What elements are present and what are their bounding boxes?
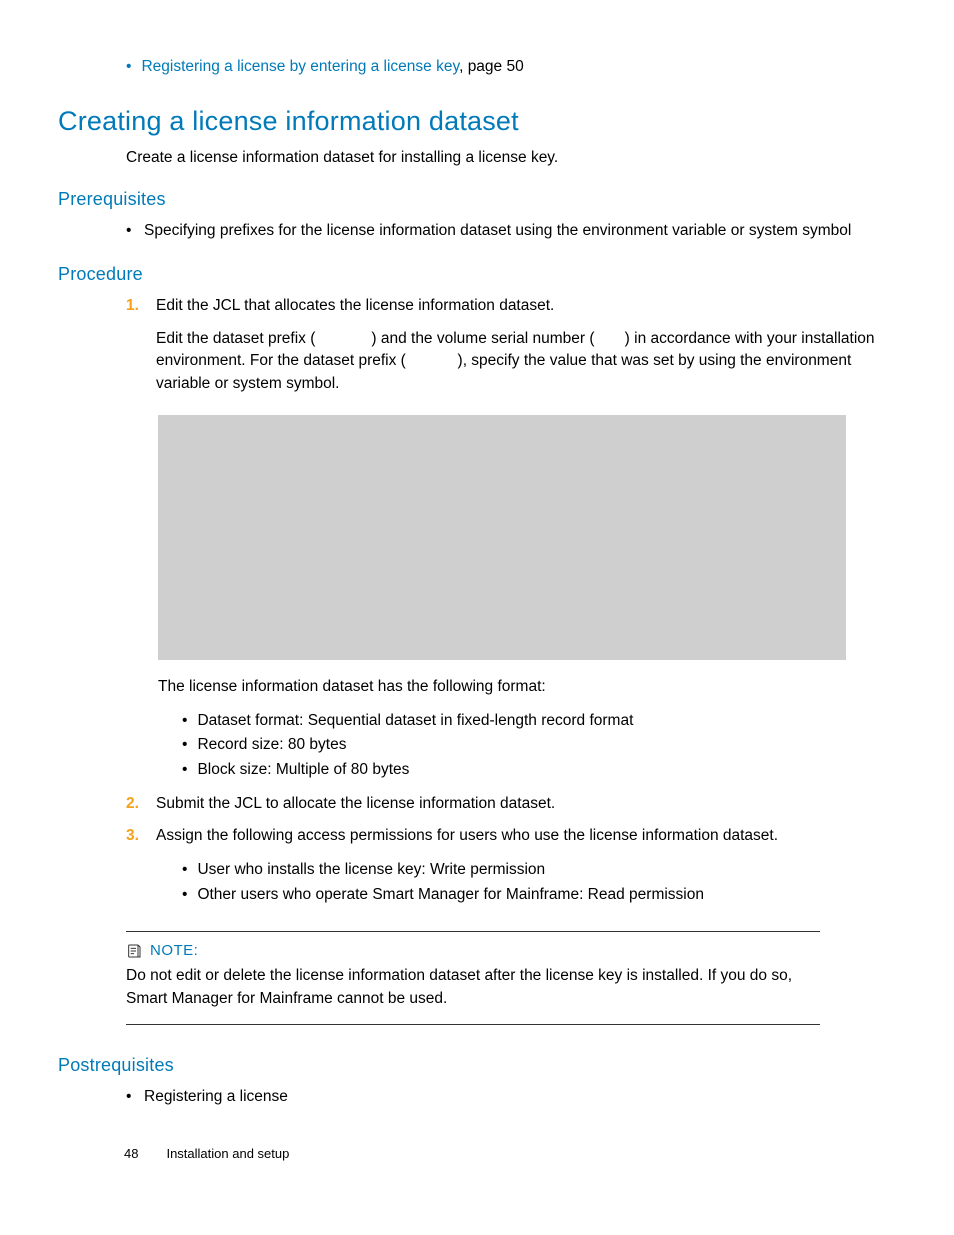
format-intro: The license information dataset has the … <box>158 676 896 698</box>
detail-fragment: ) and the volume serial number ( <box>371 330 594 347</box>
procedure-step: 3. Assign the following access permissio… <box>126 825 896 847</box>
bullet-dot-icon: • <box>126 1086 134 1108</box>
page-content: • Registering a license by entering a li… <box>58 56 896 1109</box>
note-body: Do not edit or delete the license inform… <box>126 965 820 1010</box>
procedure-list-cont: 2. Submit the JCL to allocate the licens… <box>126 793 896 848</box>
procedure-step: 1. Edit the JCL that allocates the licen… <box>126 295 896 405</box>
section-title: Creating a license information dataset <box>58 106 896 137</box>
prerequisite-text: Specifying prefixes for the license info… <box>144 220 851 242</box>
permission-bullets: • User who installs the license key: Writ… <box>182 858 896 908</box>
step-detail: Edit the dataset prefix ( ) and the volu… <box>156 328 896 395</box>
postrequisites-heading: Postrequisites <box>58 1055 896 1076</box>
note-box: NOTE: Do not edit or delete the license … <box>126 931 820 1025</box>
list-item: • Other users who operate Smart Manager f… <box>182 883 896 908</box>
postrequisite-item: • Registering a license <box>126 1086 896 1108</box>
prerequisites-block: Prerequisites • Specifying prefixes for … <box>58 189 896 242</box>
step-number: 2. <box>126 793 144 815</box>
top-reference-bullet: • Registering a license by entering a li… <box>126 56 896 78</box>
note-icon <box>126 943 142 959</box>
bullet-dot-icon: • <box>182 733 187 758</box>
bullet-dot-icon: • <box>182 758 187 783</box>
reference-suffix: , page 50 <box>459 58 524 75</box>
list-item: • Record size: 80 bytes <box>182 733 896 758</box>
bullet-text: Dataset format: Sequential dataset in fi… <box>197 709 633 734</box>
footer-title: Installation and setup <box>166 1146 289 1161</box>
page-footer: 48 Installation and setup <box>124 1146 289 1161</box>
step-body: Assign the following access permissions … <box>156 825 896 847</box>
bullet-text: Block size: Multiple of 80 bytes <box>197 758 409 783</box>
bullet-text: Other users who operate Smart Manager fo… <box>197 883 704 908</box>
detail-fragment: Edit the dataset prefix ( <box>156 330 315 347</box>
procedure-heading: Procedure <box>58 264 896 285</box>
step-lead: Submit the JCL to allocate the license i… <box>156 793 896 815</box>
format-bullets: • Dataset format: Sequential dataset in f… <box>182 709 896 783</box>
bullet-dot-icon: • <box>126 56 131 78</box>
reference-link[interactable]: Registering a license by entering a lice… <box>141 58 459 75</box>
step-number: 1. <box>126 295 144 405</box>
section-intro: Create a license information dataset for… <box>126 149 896 167</box>
step-body: Edit the JCL that allocates the license … <box>156 295 896 405</box>
list-item: • Block size: Multiple of 80 bytes <box>182 758 896 783</box>
bullet-dot-icon: • <box>182 709 187 734</box>
step-number: 3. <box>126 825 144 847</box>
prerequisites-heading: Prerequisites <box>58 189 896 210</box>
step-lead: Edit the JCL that allocates the license … <box>156 295 896 317</box>
list-item: • User who installs the license key: Writ… <box>182 858 896 883</box>
postrequisites-block: Postrequisites • Registering a license <box>58 1055 896 1108</box>
procedure-step: 2. Submit the JCL to allocate the licens… <box>126 793 896 815</box>
bullet-dot-icon: • <box>182 858 187 883</box>
list-item: • Dataset format: Sequential dataset in f… <box>182 709 896 734</box>
step-body: Submit the JCL to allocate the license i… <box>156 793 896 815</box>
prerequisite-item: • Specifying prefixes for the license in… <box>126 220 896 242</box>
note-label: NOTE: <box>150 942 198 959</box>
bullet-text: Record size: 80 bytes <box>197 733 346 758</box>
step-lead: Assign the following access permissions … <box>156 825 896 847</box>
procedure-list: 1. Edit the JCL that allocates the licen… <box>126 295 896 405</box>
bullet-dot-icon: • <box>126 220 134 242</box>
bullet-dot-icon: • <box>182 883 187 908</box>
page-number: 48 <box>124 1146 138 1161</box>
bullet-text: User who installs the license key: Write… <box>197 858 545 883</box>
note-header: NOTE: <box>126 942 820 959</box>
postrequisite-text: Registering a license <box>144 1086 288 1108</box>
top-reference-text: Registering a license by entering a lice… <box>141 56 523 78</box>
jcl-code-block <box>158 415 846 660</box>
